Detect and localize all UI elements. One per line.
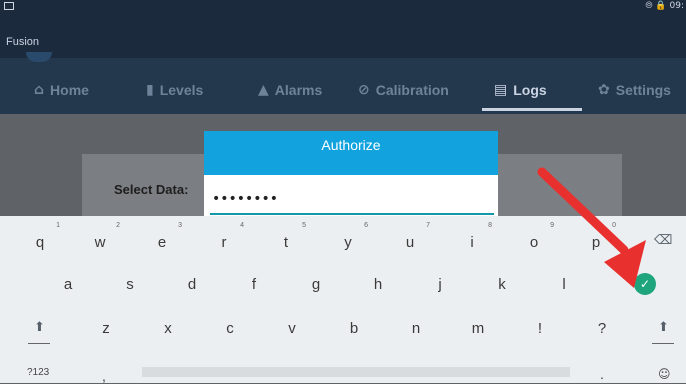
annotation-arrow xyxy=(537,167,646,288)
arrow-shaft xyxy=(537,167,629,255)
